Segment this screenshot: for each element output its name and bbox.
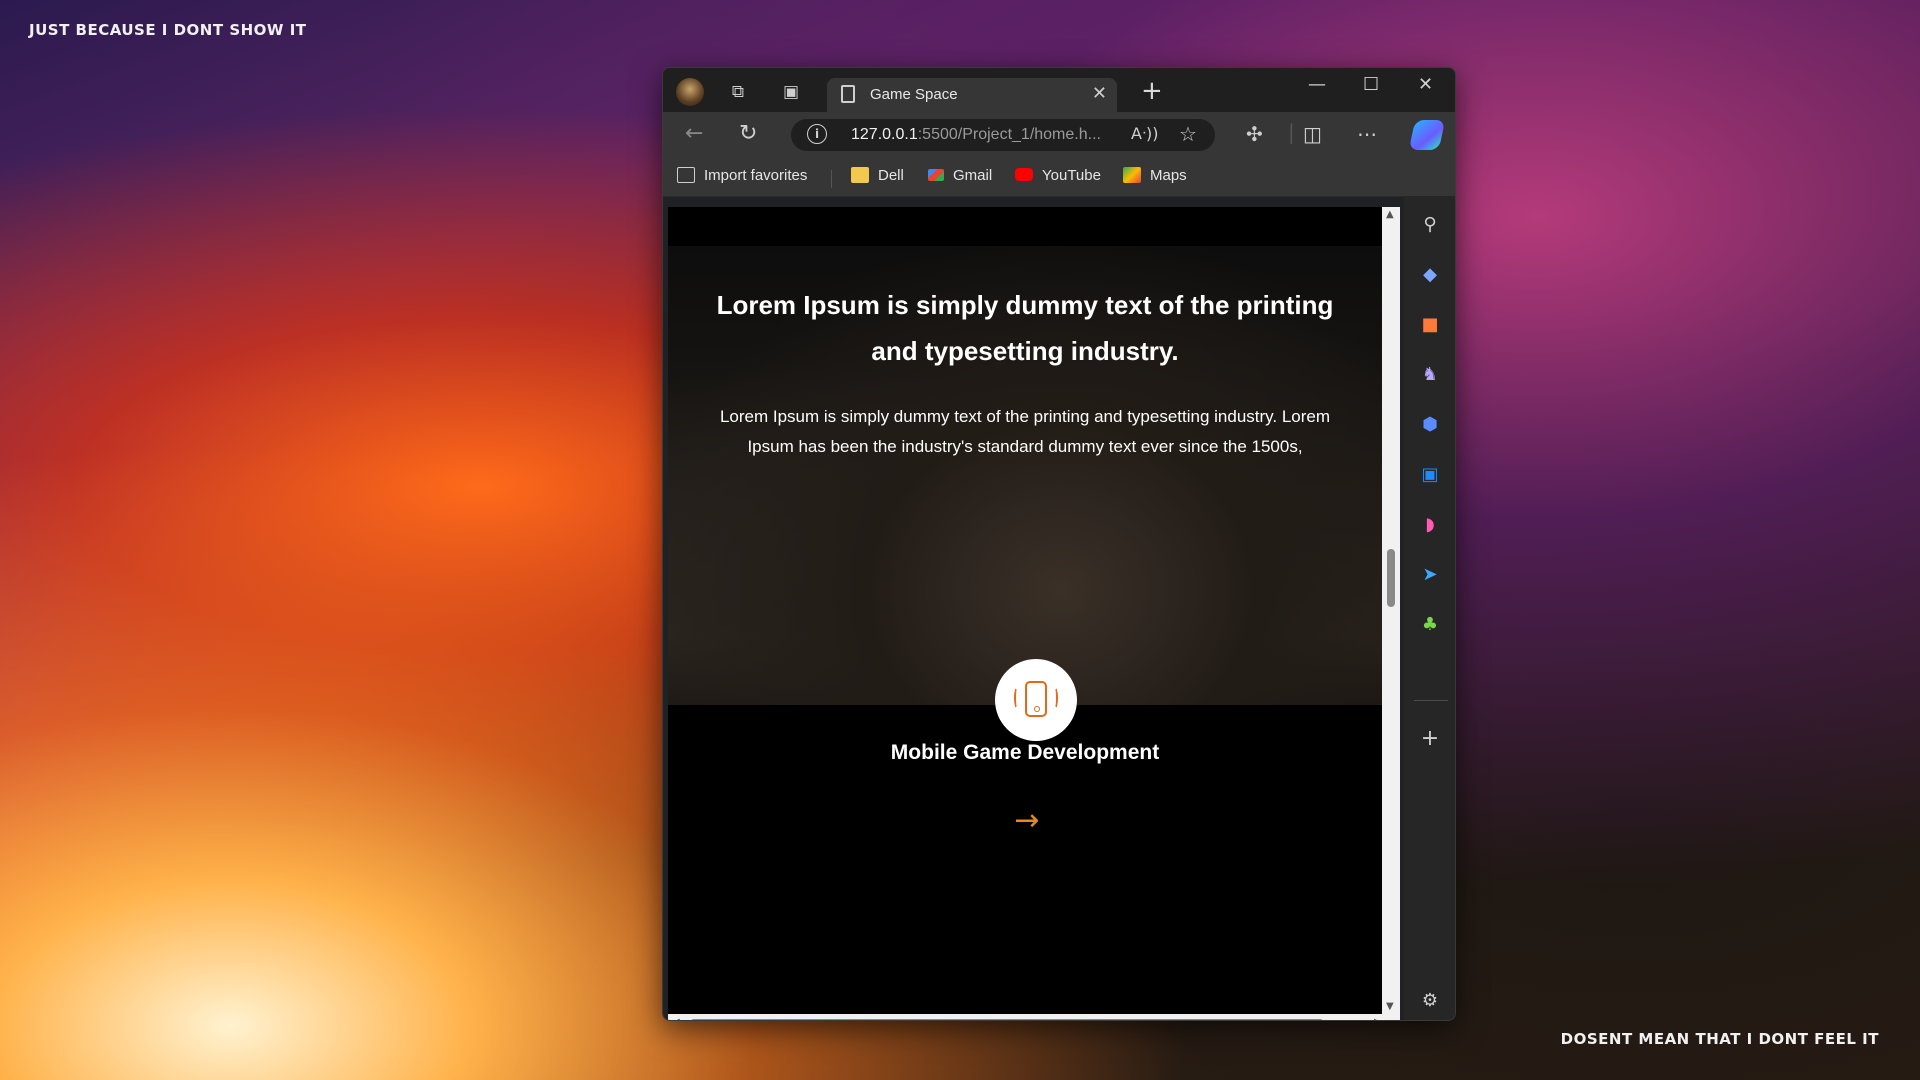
page-viewport: Lorem Ipsum is simply dummy text of the …	[668, 207, 1382, 1014]
scroll-up-icon[interactable]: ▲	[1386, 209, 1394, 220]
copilot-sidebar-icon[interactable]: ⬢	[1418, 414, 1442, 436]
signal-wave-right	[1052, 687, 1058, 709]
horizontal-scrollbar[interactable]: ◀ ▶	[668, 1014, 1400, 1020]
chess-icon[interactable]: ♞	[1418, 364, 1442, 386]
favorite-label: Gmail	[953, 167, 993, 184]
copilot-icon[interactable]	[1408, 120, 1446, 150]
phone-shape	[1025, 681, 1047, 717]
designer-icon[interactable]: ◗	[1418, 514, 1442, 536]
favorite-maps[interactable]: Maps	[1123, 167, 1187, 184]
scroll-right-icon[interactable]: ▶	[1374, 1017, 1382, 1020]
youtube-icon	[1015, 168, 1033, 181]
title-bar: ⧉ ▣ Game Space ✕ + — ☐ ✕	[663, 68, 1455, 112]
vertical-scroll-thumb[interactable]	[1387, 549, 1395, 607]
read-aloud-icon[interactable]: Aᐧ))	[1131, 124, 1159, 143]
gmail-icon	[928, 169, 944, 181]
service-title: Mobile Game Development	[890, 741, 1160, 764]
tree-icon[interactable]: ♣	[1418, 614, 1442, 636]
folder-icon	[851, 167, 869, 183]
maps-icon	[1123, 167, 1141, 183]
tab-title: Game Space	[870, 86, 958, 103]
outlook-icon[interactable]: ▣	[1418, 464, 1442, 486]
minimize-button[interactable]: —	[1308, 74, 1326, 95]
hero-description: Lorem Ipsum is simply dummy text of the …	[719, 407, 1331, 456]
toolbar-divider: |	[1288, 120, 1295, 144]
phone-button	[1034, 706, 1040, 712]
horizontal-scroll-thumb[interactable]	[690, 1019, 1324, 1020]
toolbar: ← ↻ i 127.0.0.1:5500/Project_1/home.h...…	[663, 112, 1455, 158]
add-icon[interactable]: +	[1418, 728, 1442, 750]
new-tab-button[interactable]: +	[1141, 76, 1163, 106]
search-icon[interactable]: ⚲	[1418, 214, 1442, 236]
scroll-down-icon[interactable]: ▼	[1386, 1001, 1394, 1012]
page-icon	[841, 85, 855, 103]
back-icon[interactable]: ←	[685, 121, 703, 146]
favorite-label: Dell	[878, 167, 904, 184]
telegram-icon[interactable]: ➤	[1418, 564, 1442, 586]
tab-game-space[interactable]: Game Space ✕	[827, 78, 1117, 112]
arrow-right-icon[interactable]: →	[1007, 803, 1047, 838]
extensions-icon[interactable]: ✣	[1246, 122, 1263, 146]
wallpaper-top-text: JUST BECAUSE I DONT SHOW IT	[29, 21, 307, 39]
workspaces-icon[interactable]: ⧉	[725, 79, 751, 105]
split-screen-icon[interactable]: ◫	[1303, 122, 1322, 146]
more-options-icon[interactable]: ⋯	[1357, 122, 1377, 146]
tag-icon[interactable]: ◆	[1418, 264, 1442, 286]
site-info-icon[interactable]: i	[807, 124, 827, 144]
tab-actions-icon[interactable]: ▣	[778, 79, 804, 105]
scroll-left-icon[interactable]: ◀	[672, 1017, 680, 1020]
favorite-gmail[interactable]: Gmail	[928, 167, 992, 184]
favorite-label: Maps	[1150, 167, 1187, 184]
signal-wave-left	[1014, 687, 1020, 709]
hero-section: Lorem Ipsum is simply dummy text of the …	[668, 246, 1382, 741]
favorite-label: Import favorites	[704, 167, 808, 184]
url-path: :5500/Project_1/home.h...	[917, 126, 1101, 143]
url-text[interactable]: 127.0.0.1:5500/Project_1/home.h...	[851, 126, 1101, 144]
favorites-divider	[831, 170, 832, 188]
vertical-scrollbar[interactable]: ▲ ▼	[1382, 207, 1400, 1014]
close-window-button[interactable]: ✕	[1418, 74, 1433, 95]
profile-avatar[interactable]	[676, 78, 704, 106]
edge-sidebar: ⚲ ◆ ■ ♞ ⬢ ▣ ◗ ➤ ♣ + ⚙	[1404, 196, 1455, 1020]
favorite-dell[interactable]: Dell	[851, 167, 904, 184]
browser-window: ⧉ ▣ Game Space ✕ + — ☐ ✕ ← ↻ i 127.0.0.1…	[662, 67, 1456, 1021]
refresh-icon[interactable]: ↻	[739, 121, 757, 146]
settings-icon[interactable]: ⚙	[1418, 990, 1442, 1012]
wallpaper-bottom-text: DOSENT MEAN THAT I DONT FEEL IT	[1560, 1030, 1879, 1048]
favorites-bar: Import favorites Dell Gmail YouTube Maps	[663, 158, 1455, 197]
hero-title: Lorem Ipsum is simply dummy text of the …	[716, 290, 1334, 366]
favorite-import[interactable]: Import favorites	[677, 167, 807, 184]
tab-close-icon[interactable]: ✕	[1092, 83, 1107, 104]
favorite-star-icon[interactable]: ☆	[1179, 122, 1197, 146]
favorite-label: YouTube	[1042, 167, 1101, 184]
favorite-youtube[interactable]: YouTube	[1015, 167, 1101, 184]
mobile-phone-icon	[995, 659, 1077, 741]
url-host: 127.0.0.1	[851, 126, 918, 143]
import-icon	[677, 167, 695, 183]
sidebar-divider	[1414, 700, 1448, 701]
briefcase-icon[interactable]: ■	[1418, 314, 1442, 336]
maximize-button[interactable]: ☐	[1363, 74, 1379, 95]
